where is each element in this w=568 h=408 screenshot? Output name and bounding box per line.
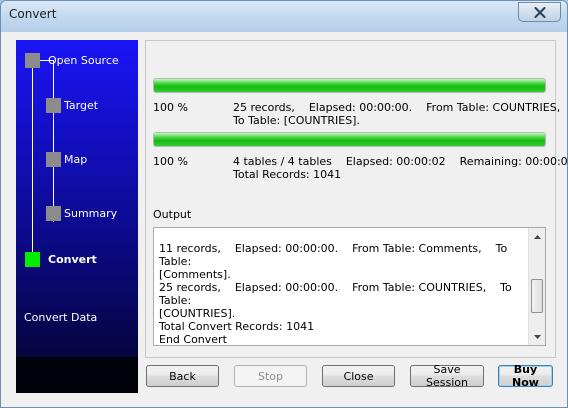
table-progress-bar [153,78,546,93]
step-indicator-open-source [25,53,40,68]
buy-now-button[interactable]: Buy Now [498,363,553,389]
panel-footer [16,357,138,393]
close-button[interactable]: Close [322,365,395,387]
table-progress-status-2: To Table: [COUNTRIES]. [233,114,360,127]
arrow-down-icon [534,334,541,339]
overall-progress-bar [153,132,546,147]
scroll-down-button[interactable] [529,328,546,345]
conversion-progress-panel: 100 % 25 records, Elapsed: 00:00:00. Fro… [145,40,567,358]
step-indicator-convert [25,252,40,267]
output-label: Output [153,208,192,221]
overall-progress-status: 4 tables / 4 tables Elapsed: 00:00:02 Re… [233,155,568,168]
close-icon [534,6,545,18]
output-log[interactable]: 11 records, Elapsed: 00:00:00. From Tabl… [153,227,546,346]
step-indicator-map [46,152,61,167]
dialog-client-area: Open Source Target Map Summary Convert C… [8,32,567,402]
wizard-step-panel: Open Source Target Map Summary Convert C… [16,40,138,393]
window-close-button[interactable] [518,2,561,22]
table-progress-percent: 100 % [153,101,188,114]
convert-window: Convert Open Source Target Map Summary C… [0,0,568,408]
step-label-summary: Summary [64,207,118,220]
step-indicator-target [46,98,61,113]
overall-progress-fill [154,133,545,146]
scroll-thumb[interactable] [531,279,543,313]
total-records: Total Records: 1041 [233,168,342,181]
table-progress-status: 25 records, Elapsed: 00:00:00. From Tabl… [233,101,561,114]
table-progress-fill [154,79,545,92]
step-indicator-summary [46,206,61,221]
step-label-convert: Convert [48,253,97,266]
title-bar[interactable]: Convert [1,1,567,32]
back-button[interactable]: Back [146,365,219,387]
arrow-up-icon [534,234,541,239]
output-scrollbar[interactable] [528,228,545,345]
tree-connector [53,60,54,222]
scroll-up-button[interactable] [529,228,546,245]
overall-progress-percent: 100 % [153,155,188,168]
step-label-map: Map [64,153,88,166]
save-session-button[interactable]: Save Session [410,363,484,389]
window-title: Convert [9,7,57,21]
step-label-target: Target [64,99,99,112]
stop-button[interactable]: Stop [234,365,307,387]
tree-connector [32,68,33,260]
section-label: Convert Data [24,311,98,324]
output-log-text: 11 records, Elapsed: 00:00:00. From Tabl… [159,242,512,346]
step-label-open-source: Open Source [48,54,119,67]
